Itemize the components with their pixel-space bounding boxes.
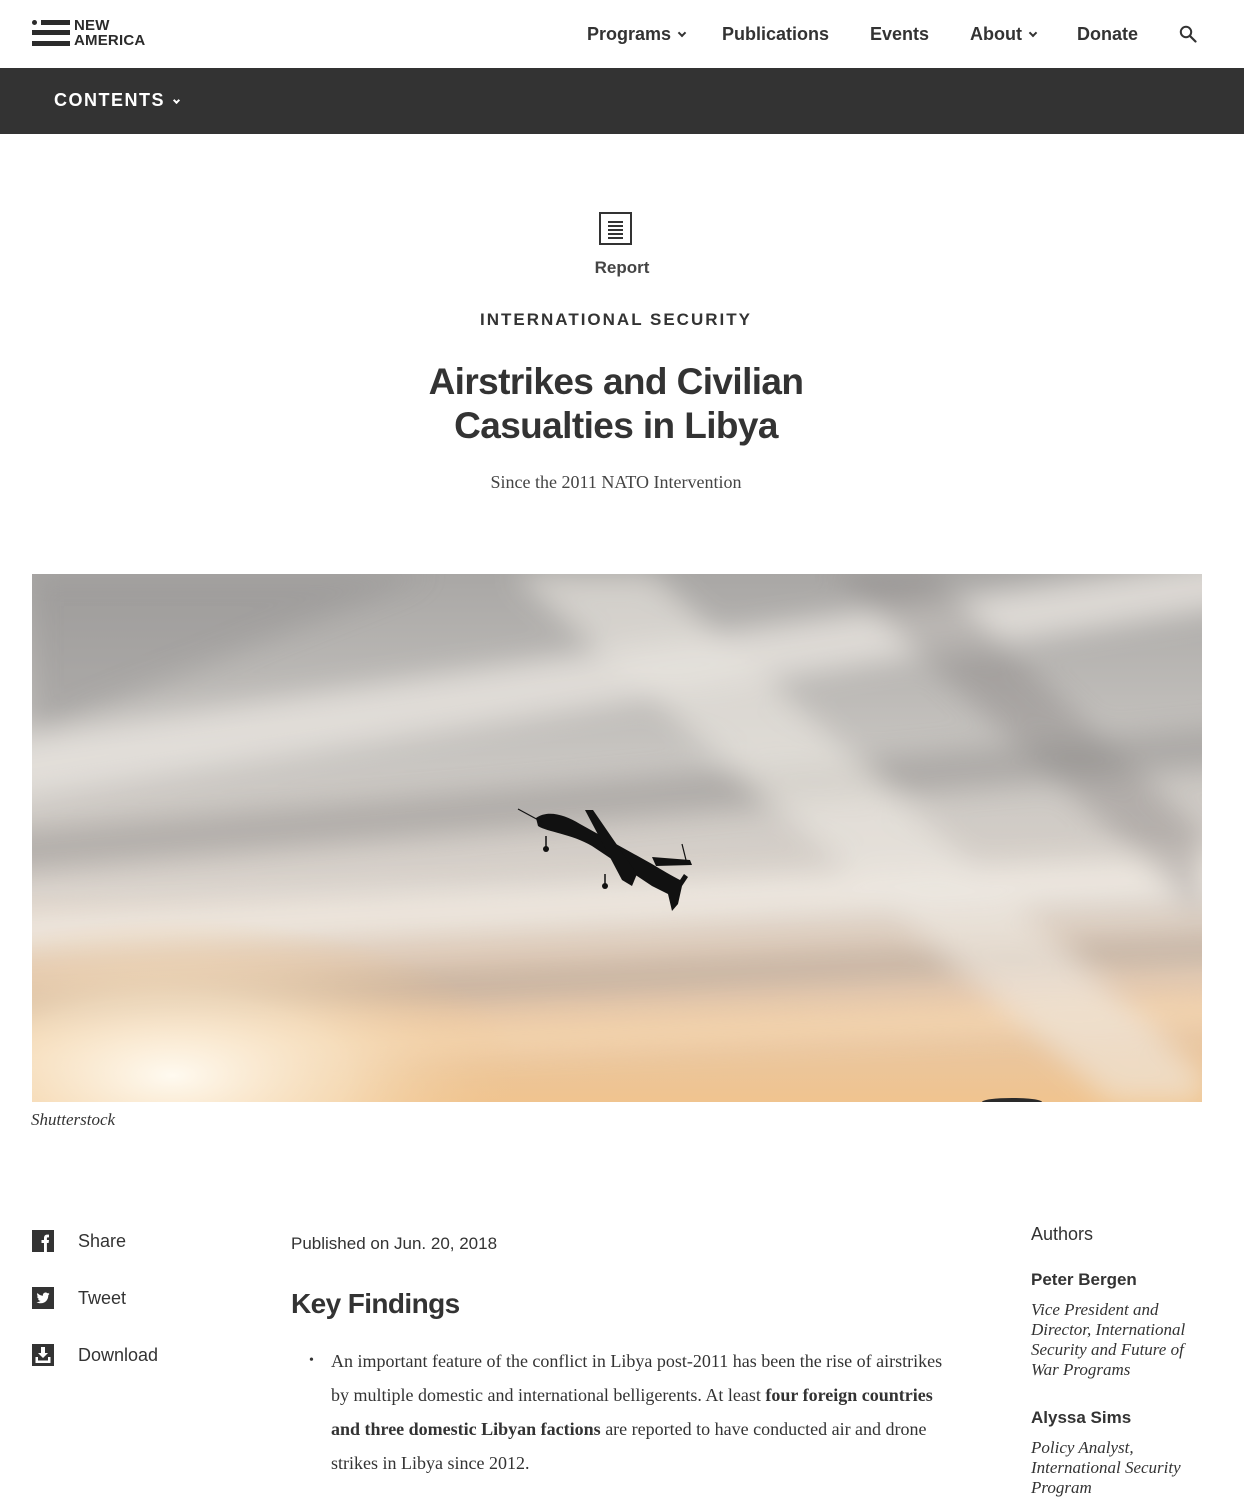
chevron-down-icon <box>172 96 181 105</box>
nav-programs[interactable]: Programs <box>587 24 687 45</box>
site-header: NEW AMERICA Programs Publications Events… <box>0 0 1244 68</box>
nav-events[interactable]: Events <box>870 24 929 45</box>
program-label[interactable]: INTERNATIONAL SECURITY <box>0 310 1232 330</box>
share-facebook-button[interactable]: Share <box>32 1229 126 1253</box>
nav-about[interactable]: About <box>970 24 1038 45</box>
download-label: Download <box>78 1344 159 1365</box>
authors-heading: Authors <box>1031 1224 1094 1244</box>
published-date: Published on Jun. 20, 2018 <box>291 1234 498 1253</box>
page-subtitle: Since the 2011 NATO Intervention <box>490 472 742 492</box>
nav-donate[interactable]: Donate <box>1077 24 1138 45</box>
contents-dropdown-button[interactable]: CONTENTS <box>54 90 181 111</box>
facebook-icon <box>32 1230 54 1252</box>
share-twitter-button[interactable]: Tweet <box>32 1286 126 1310</box>
logo-mark-icon <box>32 18 70 48</box>
author-role: Policy Analyst, International Security P… <box>1031 1438 1181 1497</box>
search-icon[interactable] <box>1179 25 1197 43</box>
content-type-label: Report <box>594 258 650 277</box>
logo-text: NEW AMERICA <box>74 17 146 49</box>
author-name-link[interactable]: Alyssa Sims <box>1031 1408 1131 1428</box>
chevron-down-icon <box>1028 28 1038 38</box>
author-name-link[interactable]: Peter Bergen <box>1031 1270 1137 1290</box>
bullet-icon: • <box>309 1353 314 1368</box>
share-label: Share <box>78 1230 127 1251</box>
download-icon <box>32 1344 54 1366</box>
new-america-logo[interactable]: NEW AMERICA <box>32 18 145 48</box>
key-findings-heading: Key Findings <box>291 1288 460 1319</box>
nav-publications[interactable]: Publications <box>722 24 829 45</box>
twitter-icon <box>32 1287 54 1309</box>
page-title: Airstrikes and Civilian Casualties in Li… <box>428 361 804 446</box>
key-findings-list: • An important feature of the conflict i… <box>309 1344 961 1480</box>
author-role: Vice President and Director, Internation… <box>1031 1300 1186 1379</box>
image-caption: Shutterstock <box>31 1110 116 1129</box>
contents-bar: CONTENTS <box>0 68 1244 134</box>
tweet-label: Tweet <box>78 1287 127 1308</box>
chevron-down-icon <box>677 28 687 38</box>
hero-image <box>32 574 1202 1102</box>
list-item: • An important feature of the conflict i… <box>309 1344 961 1480</box>
download-button[interactable]: Download <box>32 1343 158 1367</box>
report-document-icon <box>599 212 632 245</box>
